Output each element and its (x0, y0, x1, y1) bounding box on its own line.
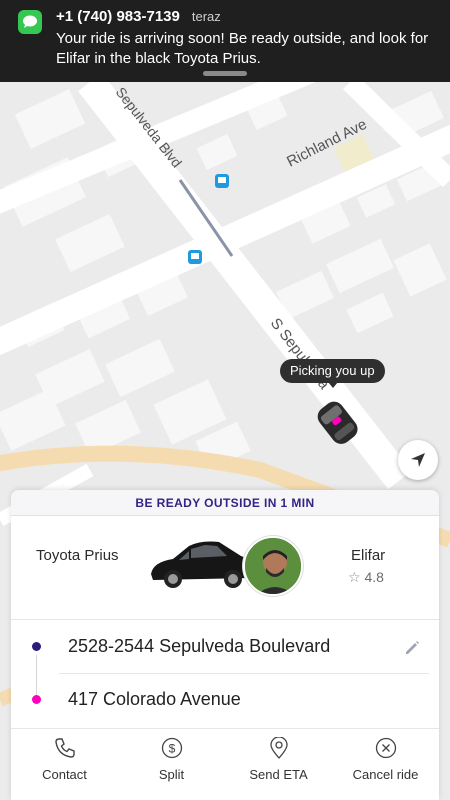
action-bar: Contact $ Split Send ETA Cancel ride (11, 729, 439, 800)
edit-pencil-icon[interactable] (403, 639, 421, 657)
message-notification[interactable]: +1 (740) 983-7139 teraz Your ride is arr… (0, 0, 450, 82)
stop-divider (59, 673, 429, 674)
car-model: Toyota Prius (36, 547, 119, 564)
locate-button[interactable] (398, 440, 438, 480)
route-line (36, 655, 37, 695)
driver-avatar[interactable] (243, 536, 303, 596)
split-label: Split (158, 767, 185, 782)
svg-text:$: $ (168, 742, 175, 756)
close-circle-icon (375, 737, 396, 759)
pickup-address[interactable]: 2528-2544 Sepulveda Boulevard (68, 636, 330, 657)
picking-you-up-bubble: Picking you up (280, 359, 385, 388)
send-eta-label: Send ETA (249, 767, 308, 782)
cancel-ride-label: Cancel ride (352, 767, 419, 782)
phone-icon (54, 738, 75, 758)
star-icon: ☆ (348, 569, 361, 585)
split-button[interactable]: $ Split (118, 729, 225, 800)
contact-label: Contact (42, 767, 87, 782)
dollar-icon: $ (161, 737, 182, 759)
notification-body: Your ride is arriving soon! Be ready out… (56, 30, 429, 67)
notification-sender: +1 (740) 983-7139 (56, 8, 180, 25)
driver-name: Elifar (351, 547, 386, 564)
eta-banner: BE READY OUTSIDE IN 1 MIN (11, 490, 439, 516)
bus-stop-icon[interactable] (215, 174, 229, 188)
cancel-ride-button[interactable]: Cancel ride (332, 729, 439, 800)
notification-handle[interactable] (203, 71, 247, 76)
car-image (151, 541, 253, 588)
navigation-arrow-icon (411, 453, 425, 467)
driver-rating: ☆ 4.8 (348, 569, 384, 586)
dropoff-dot (32, 695, 41, 704)
driver-rating-value: 4.8 (364, 569, 384, 585)
dropoff-address[interactable]: 417 Colorado Avenue (68, 689, 241, 710)
contact-button[interactable]: Contact (11, 729, 118, 800)
messages-icon (18, 10, 42, 34)
location-pin-icon (269, 737, 288, 759)
notification-time: teraz (191, 9, 221, 24)
ride-card: BE READY OUTSIDE IN 1 MIN Toyota Prius E… (11, 490, 439, 800)
bus-stop-icon[interactable] (188, 250, 202, 264)
send-eta-button[interactable]: Send ETA (225, 729, 332, 800)
pickup-dot (32, 642, 41, 651)
